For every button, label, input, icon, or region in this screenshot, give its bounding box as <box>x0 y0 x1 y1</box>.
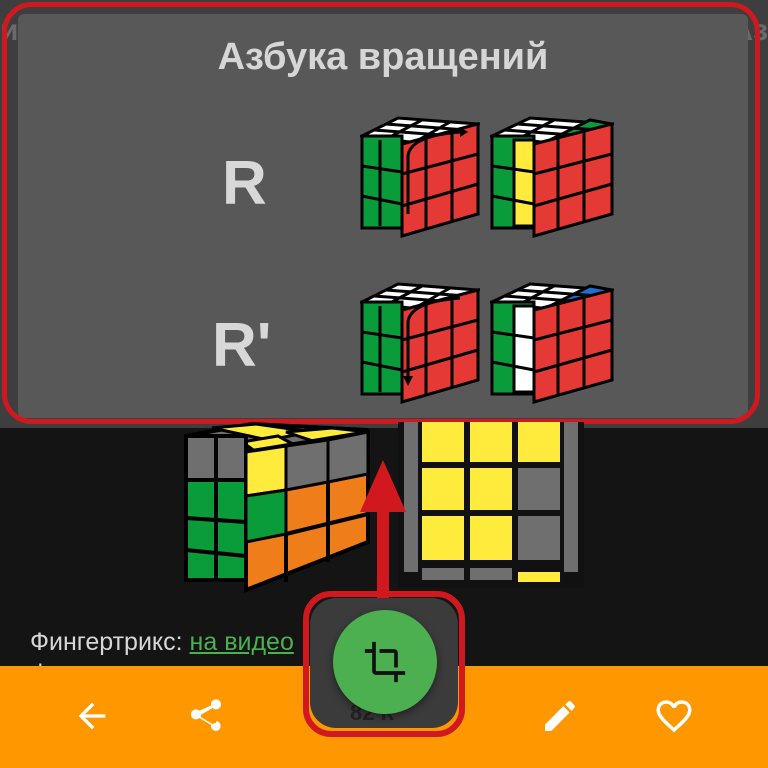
move-label-r-prime: R' <box>212 311 272 380</box>
share-button[interactable] <box>180 690 232 742</box>
pencil-icon <box>545 701 575 731</box>
cube-r-before-image <box>360 116 480 238</box>
arrow-left-icon <box>78 702 106 730</box>
share-icon <box>191 699 221 731</box>
fingertricks-label: Фингертрикс: <box>30 628 190 656</box>
cube-r-after-image <box>490 116 614 238</box>
yellow-face-diagram-image <box>398 422 584 588</box>
red-arrow-up-icon <box>360 460 406 610</box>
cube-r-prime-after-image <box>490 282 614 404</box>
heart-outline-icon <box>656 700 692 733</box>
move-label-r: R <box>222 149 267 218</box>
fingertricks-video-link[interactable]: на видео <box>190 628 294 656</box>
panel-title: Азбука вращений <box>217 36 549 78</box>
back-button[interactable] <box>66 690 118 742</box>
edit-button[interactable] <box>534 690 586 742</box>
cube-illustration-image <box>184 422 370 593</box>
favorite-button[interactable] <box>648 690 700 742</box>
fab-highlight-frame <box>303 591 465 737</box>
fingertricks-caption: Фингертрикс: на видео <box>30 628 294 657</box>
cube-r-prime-before-image <box>360 282 480 404</box>
